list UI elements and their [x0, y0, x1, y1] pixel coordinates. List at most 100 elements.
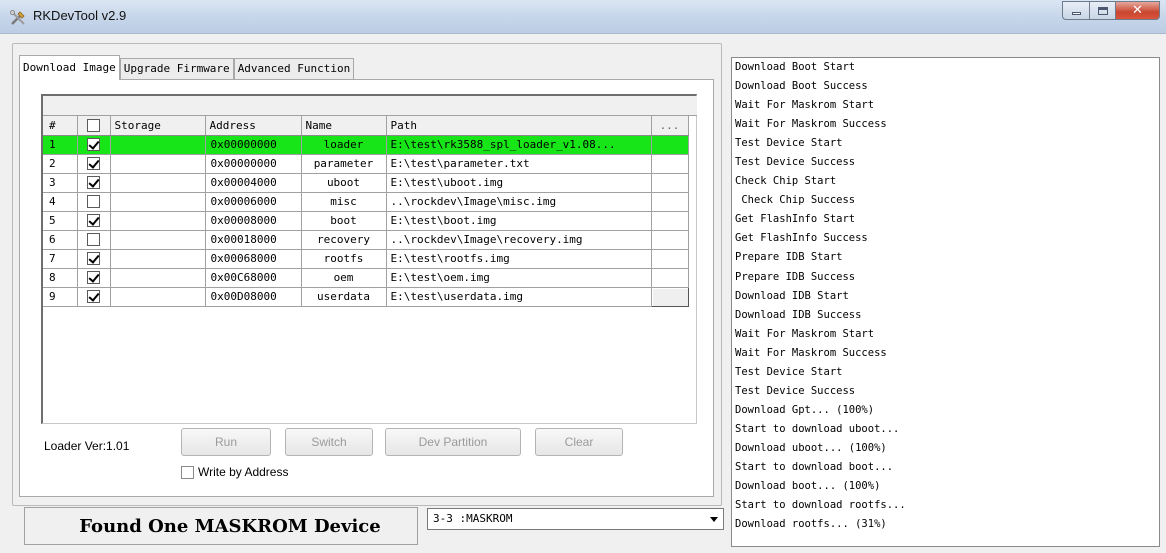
row-checkbox[interactable]	[87, 157, 100, 171]
row-name[interactable]: oem	[301, 268, 387, 288]
row-path[interactable]: E:\test\parameter.txt	[386, 154, 652, 174]
row-path[interactable]: E:\test\rk3588_spl_loader_v1.08...	[386, 135, 652, 155]
log-line: Get FlashInfo Start	[735, 213, 856, 226]
tab-strip: Download Image Upgrade Firmware Advanced…	[19, 55, 355, 80]
log-line: Download boot... (100%)	[735, 480, 881, 493]
row-name[interactable]: loader	[301, 135, 387, 155]
row-browse-button[interactable]	[651, 211, 689, 231]
row-browse-button[interactable]	[650, 286, 689, 307]
row-address[interactable]: 0x00068000	[205, 249, 302, 269]
row-checkbox-cell[interactable]	[77, 192, 111, 212]
row-path[interactable]: E:\test\uboot.img	[386, 173, 652, 193]
row-checkbox[interactable]	[87, 138, 100, 152]
row-address[interactable]: 0x00C68000	[205, 268, 302, 288]
table-row[interactable]: 8 0x00C68000 oem E:\test\oem.img	[43, 268, 689, 288]
log-panel[interactable]: Download Boot Start Download Boot Success…	[731, 57, 1160, 547]
row-name[interactable]: parameter	[301, 154, 387, 174]
row-browse-button[interactable]	[651, 230, 689, 250]
row-checkbox[interactable]	[87, 176, 100, 190]
table-row[interactable]: 9 0x00D08000 userdata E:\test\userdata.i…	[43, 286, 689, 307]
row-address[interactable]: 0x00000000	[205, 135, 302, 155]
device-select[interactable]: 3-3 :MASKROM	[427, 508, 724, 530]
row-path[interactable]: E:\test\userdata.img	[386, 287, 652, 307]
write-by-address-option[interactable]: Write by Address	[181, 465, 288, 479]
tab-download-image[interactable]: Download Image	[19, 55, 120, 80]
row-name[interactable]: uboot	[301, 173, 387, 193]
title-bar[interactable]: RKDevTool v2.9 ✕	[0, 0, 1166, 34]
row-checkbox[interactable]	[87, 214, 100, 228]
row-storage[interactable]	[110, 192, 206, 212]
row-address[interactable]: 0x00000000	[205, 154, 302, 174]
row-path[interactable]: ..\rockdev\Image\misc.img	[386, 192, 652, 212]
maximize-button[interactable]	[1089, 1, 1115, 20]
row-name[interactable]: userdata	[301, 287, 387, 307]
switch-button[interactable]: Switch	[285, 428, 373, 456]
close-button[interactable]: ✕	[1115, 1, 1160, 20]
row-path[interactable]: E:\test\boot.img	[386, 211, 652, 231]
row-address[interactable]: 0x00006000	[205, 192, 302, 212]
minimize-button[interactable]	[1062, 1, 1089, 20]
row-name[interactable]: misc	[301, 192, 387, 212]
row-checkbox[interactable]	[87, 195, 100, 209]
row-storage[interactable]	[110, 230, 206, 250]
log-line: Check Chip Start	[735, 175, 837, 188]
row-name[interactable]: recovery	[301, 230, 387, 250]
clear-button[interactable]: Clear	[535, 428, 623, 456]
row-checkbox[interactable]	[87, 290, 100, 304]
table-row[interactable]: 3 0x00004000 uboot E:\test\uboot.img	[43, 173, 689, 193]
table-row[interactable]: 2 0x00000000 parameter E:\test\parameter…	[43, 154, 689, 174]
row-storage[interactable]	[110, 211, 206, 231]
run-button[interactable]: Run	[181, 428, 271, 456]
row-storage[interactable]	[110, 173, 206, 193]
row-checkbox-cell[interactable]	[77, 249, 111, 269]
row-index: 1	[43, 135, 78, 155]
row-storage[interactable]	[110, 287, 206, 307]
row-address[interactable]: 0x00008000	[205, 211, 302, 231]
row-storage[interactable]	[110, 249, 206, 269]
row-checkbox-cell[interactable]	[77, 135, 111, 155]
row-address[interactable]: 0x00D08000	[205, 287, 302, 307]
row-path[interactable]: E:\test\rootfs.img	[386, 249, 652, 269]
row-checkbox[interactable]	[87, 271, 100, 285]
row-checkbox-cell[interactable]	[77, 154, 111, 174]
dev-partition-button[interactable]: Dev Partition	[385, 428, 521, 456]
row-checkbox-cell[interactable]	[77, 287, 111, 307]
row-storage[interactable]	[110, 154, 206, 174]
row-address[interactable]: 0x00018000	[205, 230, 302, 250]
row-checkbox-cell[interactable]	[77, 173, 111, 193]
col-check-header[interactable]	[77, 116, 111, 136]
row-browse-button[interactable]	[651, 268, 689, 288]
row-path[interactable]: ..\rockdev\Image\recovery.img	[386, 230, 652, 250]
row-browse-button[interactable]	[651, 154, 689, 174]
col-address-header: Address	[205, 116, 302, 136]
row-browse-button[interactable]	[651, 192, 689, 212]
row-name[interactable]: rootfs	[301, 249, 387, 269]
table-row[interactable]: 5 0x00008000 boot E:\test\boot.img	[43, 211, 689, 231]
chevron-down-icon[interactable]	[710, 517, 718, 522]
row-browse-button[interactable]	[651, 173, 689, 193]
table-row[interactable]: 4 0x00006000 misc ..\rockdev\Image\misc.…	[43, 192, 689, 212]
image-list[interactable]: # Storage Address Name Path ... 1 0x0000…	[41, 94, 697, 424]
write-by-address-label: Write by Address	[198, 465, 289, 479]
row-storage[interactable]	[110, 268, 206, 288]
row-name[interactable]: boot	[301, 211, 387, 231]
row-checkbox-cell[interactable]	[77, 211, 111, 231]
row-storage[interactable]	[110, 135, 206, 155]
row-browse-button[interactable]	[651, 135, 689, 155]
log-line: Start to download uboot...	[735, 422, 900, 435]
row-checkbox-cell[interactable]	[77, 268, 111, 288]
row-checkbox[interactable]	[87, 252, 100, 266]
write-by-address-checkbox[interactable]	[181, 465, 194, 479]
tab-advanced-function[interactable]: Advanced Function	[233, 58, 355, 80]
row-path[interactable]: E:\test\oem.img	[386, 268, 652, 288]
maximize-icon	[1097, 6, 1108, 15]
row-checkbox[interactable]	[87, 233, 100, 247]
table-row[interactable]: 1 0x00000000 loader E:\test\rk3588_spl_l…	[43, 135, 689, 155]
tab-upgrade-firmware[interactable]: Upgrade Firmware	[119, 58, 234, 80]
row-checkbox-cell[interactable]	[77, 230, 111, 250]
row-browse-button[interactable]	[651, 249, 689, 269]
row-address[interactable]: 0x00004000	[205, 173, 302, 193]
table-row[interactable]: 7 0x00068000 rootfs E:\test\rootfs.img	[43, 249, 689, 269]
select-all-checkbox[interactable]	[87, 119, 100, 132]
table-row[interactable]: 6 0x00018000 recovery ..\rockdev\Image\r…	[43, 230, 689, 250]
